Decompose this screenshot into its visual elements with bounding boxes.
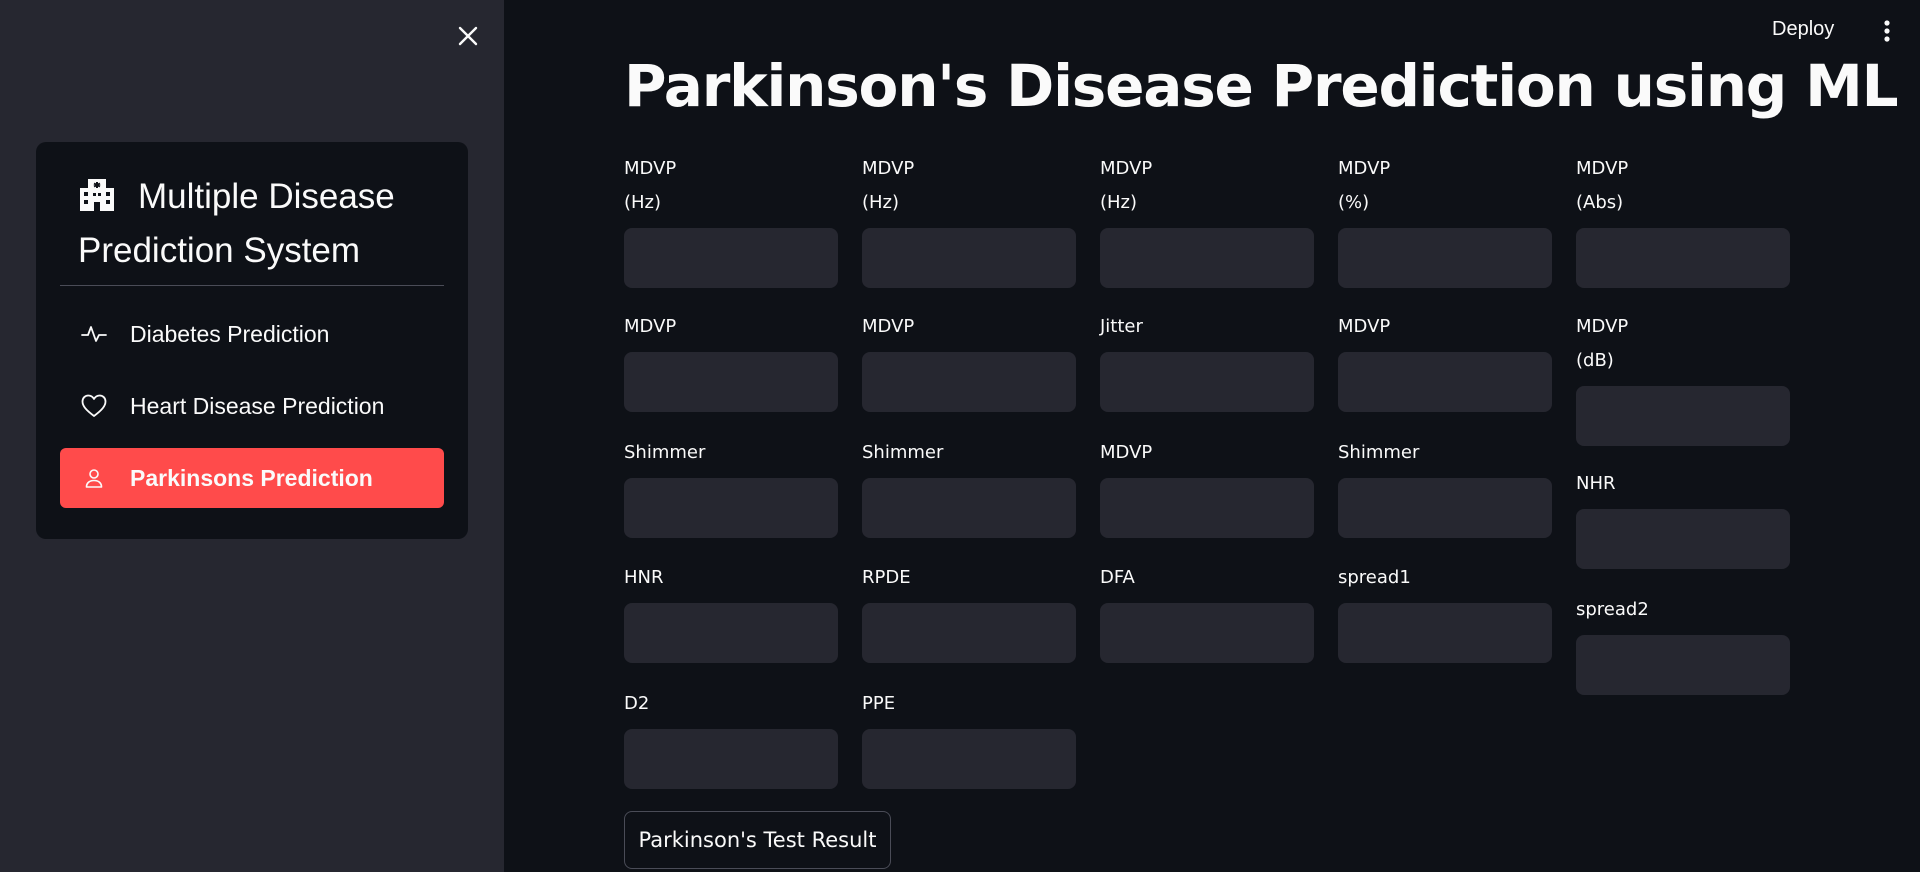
field-label: PPE xyxy=(862,693,896,714)
spread2-input[interactable] xyxy=(1576,635,1790,695)
page-title: Parkinson's Disease Prediction using ML xyxy=(624,52,1899,120)
jitter-ddp-input[interactable] xyxy=(1100,352,1314,412)
field-mdvp-fhi-hz: MDVP (Hz) xyxy=(862,152,1076,288)
d2-input[interactable] xyxy=(624,729,838,789)
field-d2: D2 xyxy=(624,687,838,789)
close-icon xyxy=(458,26,478,46)
field-label: DFA xyxy=(1100,567,1135,588)
hospital-icon xyxy=(78,174,116,211)
mdvp-fo-hz-input[interactable] xyxy=(624,228,838,288)
field-mdvp-flo-hz: MDVP (Hz) xyxy=(1100,152,1314,288)
dfa-input[interactable] xyxy=(1100,603,1314,663)
mdvp-shimmer-db-input[interactable] xyxy=(1576,386,1790,446)
field-spread2: spread2 xyxy=(1576,593,1790,695)
field-label: RPDE xyxy=(862,567,911,588)
shimmer-dda-input[interactable] xyxy=(1338,478,1552,538)
field-label-unit: (Hz) xyxy=(624,192,662,213)
field-shimmer-apq3: Shimmer xyxy=(624,436,838,538)
field-hnr: HNR xyxy=(624,561,838,663)
field-rpde: RPDE xyxy=(862,561,1076,663)
mdvp-ppq-input[interactable] xyxy=(862,352,1076,412)
mdvp-shimmer-input[interactable] xyxy=(1338,352,1552,412)
menu-item-label: Parkinsons Prediction xyxy=(130,464,373,491)
field-label: Shimmer xyxy=(1338,442,1420,463)
menu-item-diabetes[interactable]: Diabetes Prediction xyxy=(60,304,444,364)
mdvp-rap-input[interactable] xyxy=(624,352,838,412)
field-mdvp-rap: MDVP xyxy=(624,310,838,412)
field-label: MDVP xyxy=(624,158,677,179)
field-label: Shimmer xyxy=(624,442,706,463)
field-spread1: spread1 xyxy=(1338,561,1552,663)
field-mdvp-shimmer-db: MDVP (dB) xyxy=(1576,310,1790,446)
main-menu-button[interactable] xyxy=(1872,16,1902,46)
field-jitter-ddp: Jitter xyxy=(1100,310,1314,412)
field-ppe: PPE xyxy=(862,687,1076,789)
field-label-unit: (Abs) xyxy=(1576,192,1624,213)
field-label: MDVP xyxy=(1576,316,1629,337)
field-dfa: DFA xyxy=(1100,561,1314,663)
sidebar: Multiple Disease Prediction System Diabe… xyxy=(0,0,504,872)
ppe-input[interactable] xyxy=(862,729,1076,789)
field-mdvp-jitter-abs: MDVP (Abs) xyxy=(1576,152,1790,288)
mdvp-flo-hz-input[interactable] xyxy=(1100,228,1314,288)
field-label-unit: (%) xyxy=(1338,192,1370,213)
mdvp-jitter-percent-input[interactable] xyxy=(1338,228,1552,288)
shimmer-apq5-input[interactable] xyxy=(862,478,1076,538)
menu-item-heart-disease[interactable]: Heart Disease Prediction xyxy=(60,376,444,436)
mdvp-jitter-abs-input[interactable] xyxy=(1576,228,1790,288)
shimmer-apq3-input[interactable] xyxy=(624,478,838,538)
field-label-unit: (Hz) xyxy=(862,192,900,213)
field-label: D2 xyxy=(624,693,650,714)
parkinsons-test-result-button[interactable]: Parkinson's Test Result xyxy=(624,811,891,869)
nhr-input[interactable] xyxy=(1576,509,1790,569)
field-label-unit: (Hz) xyxy=(1100,192,1138,213)
field-label: Jitter xyxy=(1100,316,1143,337)
field-label: MDVP xyxy=(862,316,915,337)
more-vertical-icon xyxy=(1884,20,1890,42)
field-label: spread1 xyxy=(1338,567,1411,588)
menu-item-label: Heart Disease Prediction xyxy=(130,392,385,419)
person-icon xyxy=(80,464,108,492)
field-nhr: NHR xyxy=(1576,467,1790,569)
field-label: MDVP xyxy=(1576,158,1629,179)
rpde-input[interactable] xyxy=(862,603,1076,663)
menu-title: Multiple Disease Prediction System xyxy=(78,170,438,278)
activity-icon xyxy=(80,320,108,348)
menu-item-label: Diabetes Prediction xyxy=(130,320,330,347)
field-mdvp-jitter-percent: MDVP (%) xyxy=(1338,152,1552,288)
field-label: MDVP xyxy=(624,316,677,337)
field-mdvp-ppq: MDVP xyxy=(862,310,1076,412)
hnr-input[interactable] xyxy=(624,603,838,663)
spread1-input[interactable] xyxy=(1338,603,1552,663)
field-mdvp-apq: MDVP xyxy=(1100,436,1314,538)
field-label: MDVP xyxy=(1338,158,1391,179)
field-label: HNR xyxy=(624,567,664,588)
mdvp-apq-input[interactable] xyxy=(1100,478,1314,538)
field-label: MDVP xyxy=(1338,316,1391,337)
field-label: MDVP xyxy=(862,158,915,179)
field-shimmer-dda: Shimmer xyxy=(1338,436,1552,538)
field-label: NHR xyxy=(1576,473,1616,494)
close-sidebar-button[interactable] xyxy=(452,20,484,52)
field-label: MDVP xyxy=(1100,158,1153,179)
field-shimmer-apq5: Shimmer xyxy=(862,436,1076,538)
menu-title-text: Multiple Disease Prediction System xyxy=(78,177,395,270)
deploy-button[interactable]: Deploy xyxy=(1772,18,1834,41)
menu-item-parkinsons[interactable]: Parkinsons Prediction xyxy=(60,448,444,508)
mdvp-fhi-hz-input[interactable] xyxy=(862,228,1076,288)
option-menu: Multiple Disease Prediction System Diabe… xyxy=(36,142,468,539)
field-label: MDVP xyxy=(1100,442,1153,463)
field-label-unit: (dB) xyxy=(1576,350,1614,371)
menu-divider xyxy=(60,285,444,286)
field-mdvp-fo-hz: MDVP (Hz) xyxy=(624,152,838,288)
heart-icon xyxy=(80,392,108,420)
field-label: Shimmer xyxy=(862,442,944,463)
field-label: spread2 xyxy=(1576,599,1649,620)
field-mdvp-shimmer: MDVP xyxy=(1338,310,1552,412)
